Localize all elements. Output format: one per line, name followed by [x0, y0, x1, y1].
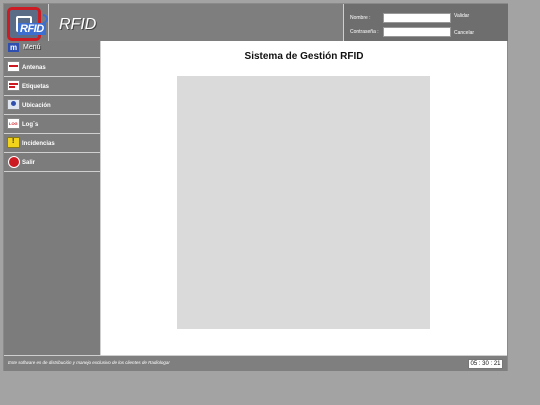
username-input[interactable] [383, 13, 451, 23]
sidebar-item-label: Ubicación [22, 103, 51, 109]
sidebar-item-etiquetas[interactable]: Etiquetas [4, 77, 100, 96]
exit-icon [7, 156, 20, 168]
menu-label: Menú [23, 44, 41, 51]
password-label: Contraseña : [350, 29, 379, 35]
warning-icon: ! [7, 137, 20, 148]
sidebar-item-logs[interactable]: LOG Log´s [4, 115, 100, 134]
sidebar-item-label: Log´s [22, 122, 39, 128]
tag-icon [7, 80, 20, 91]
sidebar-item-incidencias[interactable]: ! Incidencias [4, 134, 100, 153]
brand-title: RFID [59, 16, 97, 33]
location-icon [7, 99, 20, 110]
logo: RFID [4, 4, 51, 41]
antenna-icon [7, 61, 20, 72]
login-panel: Nombre : Validar Contraseña : Cancelar [343, 4, 508, 41]
sidebar-item-label: Salir [22, 160, 36, 166]
log-icon: LOG [7, 118, 20, 129]
menu-icon: m [8, 43, 19, 52]
sidebar-item-label: Incidencias [22, 141, 55, 147]
sidebar-item-salir[interactable]: Salir [4, 153, 100, 172]
image-placeholder [177, 76, 430, 329]
main-content: Sistema de Gestión RFID [101, 41, 507, 355]
page-title: Sistema de Gestión RFID [244, 51, 364, 62]
menu-header: m Menú [4, 41, 100, 58]
sidebar-item-label: Antenas [22, 65, 46, 71]
cancel-link[interactable]: Cancelar [454, 30, 474, 36]
clock-display: 05 : 30 : 21 [468, 359, 503, 369]
footer-note: Este software es de distribución y manej… [8, 360, 170, 365]
username-label: Nombre : [350, 15, 371, 21]
sidebar-item-label: Etiquetas [22, 84, 50, 90]
logo-text: RFID [18, 23, 46, 35]
sidebar-item-ubicacion[interactable]: Ubicación [4, 96, 100, 115]
sidebar: m Menú Antenas Etiquetas Ubicación LOG L… [4, 41, 101, 355]
header: RFID RFID Nombre : Validar Contraseña : … [4, 4, 508, 41]
footer: Este software es de distribución y manej… [4, 355, 507, 371]
app-frame: RFID RFID Nombre : Validar Contraseña : … [3, 3, 508, 371]
password-input[interactable] [383, 27, 451, 37]
sidebar-item-antenas[interactable]: Antenas [4, 58, 100, 77]
validate-link[interactable]: Validar [454, 13, 469, 19]
